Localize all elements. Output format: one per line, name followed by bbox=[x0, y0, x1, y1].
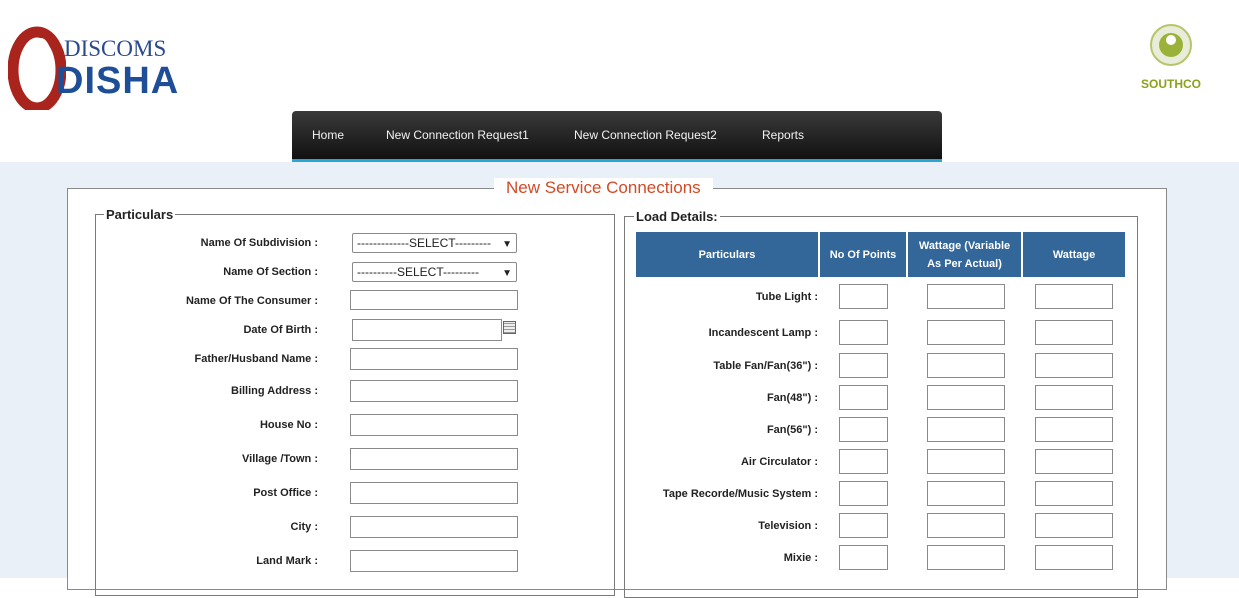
wattage-variable-input[interactable] bbox=[927, 353, 1005, 378]
dob-input[interactable] bbox=[352, 319, 502, 341]
no-of-points-input[interactable] bbox=[839, 385, 888, 410]
wattage-input[interactable] bbox=[1035, 320, 1113, 345]
wattage-variable-input[interactable] bbox=[927, 513, 1005, 538]
load-row-label: Incandescent Lamp : bbox=[708, 327, 818, 339]
nav-new-connection-request2[interactable]: New Connection Request2 bbox=[574, 128, 717, 142]
billing-address-label: Billing Address : bbox=[231, 385, 318, 397]
no-of-points-input[interactable] bbox=[839, 513, 888, 538]
wattage-input[interactable] bbox=[1035, 353, 1113, 378]
main-nav: Home New Connection Request1 New Connect… bbox=[292, 111, 942, 162]
nav-new-connection-request1[interactable]: New Connection Request1 bbox=[386, 128, 529, 142]
section-selected-value: ----------SELECT--------- bbox=[357, 265, 479, 279]
load-row-label: Tape Recorde/Music System : bbox=[662, 488, 818, 500]
wattage-variable-input[interactable] bbox=[927, 320, 1005, 345]
load-row-label: Table Fan/Fan(36") : bbox=[713, 360, 818, 372]
no-of-points-input[interactable] bbox=[839, 545, 888, 570]
consumer-name-input[interactable] bbox=[350, 290, 518, 310]
father-husband-name-label: Father/Husband Name : bbox=[194, 353, 318, 365]
chevron-down-icon: ▼ bbox=[502, 239, 512, 250]
wattage-variable-input[interactable] bbox=[927, 545, 1005, 570]
odisha-discoms-logo: DISCOMS DISHA bbox=[2, 14, 178, 114]
no-of-points-input[interactable] bbox=[839, 481, 888, 506]
header-no-of-points: No Of Points bbox=[820, 232, 906, 277]
dob-label: Date Of Birth : bbox=[243, 324, 318, 336]
load-details-legend: Load Details: bbox=[634, 209, 720, 224]
landmark-label: Land Mark : bbox=[256, 555, 318, 567]
billing-address-input[interactable] bbox=[350, 380, 518, 402]
header-wattage: Wattage bbox=[1023, 232, 1125, 277]
wattage-variable-input[interactable] bbox=[927, 449, 1005, 474]
section-label: Name Of Section : bbox=[223, 266, 318, 278]
wattage-input[interactable] bbox=[1035, 513, 1113, 538]
wattage-input[interactable] bbox=[1035, 449, 1113, 474]
wattage-variable-input[interactable] bbox=[927, 481, 1005, 506]
city-label: City : bbox=[290, 521, 319, 533]
logo-disha-text: DISHA bbox=[56, 60, 180, 102]
wattage-input[interactable] bbox=[1035, 545, 1113, 570]
wattage-variable-input[interactable] bbox=[927, 417, 1005, 442]
page-title: New Service Connections bbox=[494, 178, 713, 198]
wattage-variable-input[interactable] bbox=[927, 284, 1005, 309]
landmark-input[interactable] bbox=[350, 550, 518, 572]
no-of-points-input[interactable] bbox=[839, 353, 888, 378]
subdivision-label: Name Of Subdivision : bbox=[200, 237, 318, 249]
calendar-icon[interactable] bbox=[503, 321, 516, 334]
load-row-label: Fan(48") : bbox=[766, 392, 818, 404]
wattage-input[interactable] bbox=[1035, 284, 1113, 309]
post-office-label: Post Office : bbox=[253, 487, 318, 499]
wattage-input[interactable] bbox=[1035, 481, 1113, 506]
nav-home[interactable]: Home bbox=[312, 128, 344, 142]
consumer-name-label: Name Of The Consumer : bbox=[185, 295, 318, 307]
nav-reports[interactable]: Reports bbox=[762, 128, 804, 142]
header-wattage-variable: Wattage (Variable As Per Actual) bbox=[908, 232, 1021, 277]
southco-emblem-icon bbox=[1150, 24, 1192, 66]
house-no-label: House No : bbox=[259, 419, 318, 431]
house-no-input[interactable] bbox=[350, 414, 518, 436]
load-row-label: Fan(56") : bbox=[766, 424, 818, 436]
subdivision-selected-value: -------------SELECT--------- bbox=[357, 236, 491, 250]
load-row-label: Air Circulator : bbox=[740, 456, 818, 468]
load-row-label: Tube Light : bbox=[755, 291, 818, 303]
southco-logo: SOUTHCO bbox=[1138, 24, 1204, 94]
chevron-down-icon: ▼ bbox=[502, 268, 512, 279]
logo-discoms-text: DISCOMS bbox=[64, 36, 167, 61]
wattage-input[interactable] bbox=[1035, 417, 1113, 442]
wattage-variable-input[interactable] bbox=[927, 385, 1005, 410]
village-town-label: Village /Town : bbox=[242, 453, 318, 465]
city-input[interactable] bbox=[350, 516, 518, 538]
subdivision-select[interactable]: -------------SELECT--------- ▼ bbox=[352, 233, 517, 253]
village-town-input[interactable] bbox=[350, 448, 518, 470]
wattage-input[interactable] bbox=[1035, 385, 1113, 410]
header-particulars: Particulars bbox=[636, 232, 818, 277]
no-of-points-input[interactable] bbox=[839, 284, 888, 309]
particulars-legend: Particulars bbox=[104, 207, 176, 222]
post-office-input[interactable] bbox=[350, 482, 518, 504]
load-row-label: Mixie : bbox=[783, 552, 818, 564]
southco-label: SOUTHCO bbox=[1141, 77, 1201, 91]
no-of-points-input[interactable] bbox=[839, 417, 888, 442]
section-select[interactable]: ----------SELECT--------- ▼ bbox=[352, 262, 517, 282]
no-of-points-input[interactable] bbox=[839, 320, 888, 345]
load-row-label: Television : bbox=[758, 520, 818, 532]
no-of-points-input[interactable] bbox=[839, 449, 888, 474]
father-husband-name-input[interactable] bbox=[350, 348, 518, 370]
